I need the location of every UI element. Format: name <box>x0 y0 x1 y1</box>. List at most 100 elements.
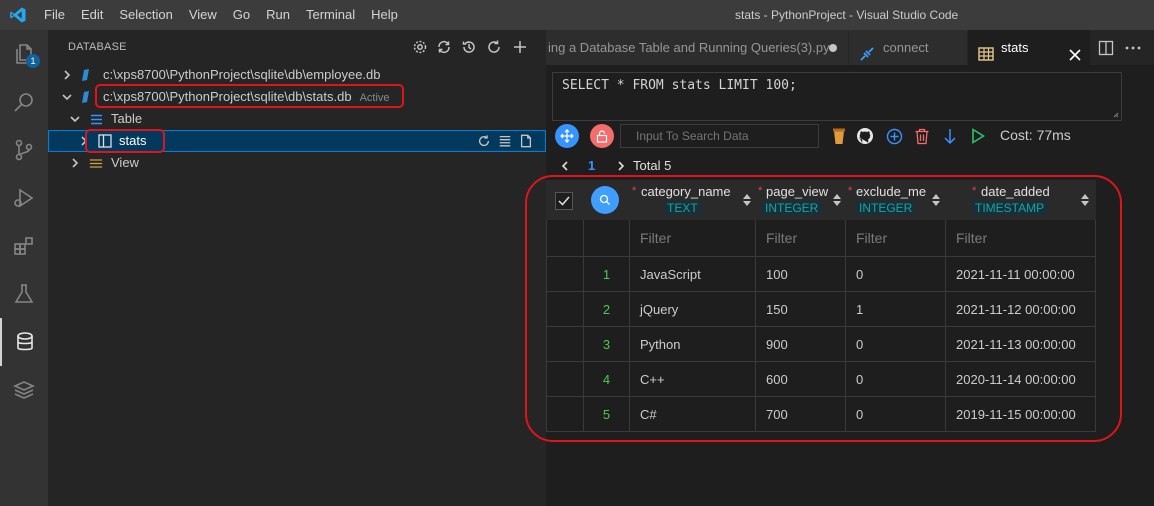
run-debug-icon[interactable] <box>0 174 48 222</box>
date-added-cell[interactable]: 2019-11-15 00:00:00 <box>946 397 1096 432</box>
prev-page-icon[interactable] <box>560 157 570 180</box>
refresh-icon[interactable] <box>485 38 503 56</box>
current-page[interactable]: 1 <box>588 157 595 175</box>
next-page-icon[interactable] <box>616 157 626 180</box>
source-control-icon[interactable] <box>0 126 48 174</box>
menu-go[interactable]: Go <box>225 0 258 30</box>
row-select-cell[interactable] <box>546 397 584 432</box>
new-query-file-icon[interactable] <box>518 133 534 149</box>
unlock-button[interactable] <box>590 124 614 148</box>
settings-gear-icon[interactable] <box>411 38 429 56</box>
date-added-cell[interactable]: 2020-11-14 00:00:00 <box>946 362 1096 397</box>
category-name-cell[interactable]: C++ <box>630 362 756 397</box>
tab-connect[interactable]: connect <box>849 30 967 65</box>
tab-python-file[interactable]: ing a Database Table and Running Queries… <box>546 30 848 65</box>
sql-query-editor[interactable]: SELECT * FROM stats LIMIT 100; <box>552 72 1122 121</box>
date-added-cell[interactable]: 2021-11-13 00:00:00 <box>946 327 1096 362</box>
category-name-cell[interactable]: C# <box>630 397 756 432</box>
filter-input-date-added[interactable]: Filter <box>946 220 1096 257</box>
view-group[interactable]: View <box>48 152 546 174</box>
editor-tab-bar: ing a Database Table and Running Queries… <box>546 30 1154 65</box>
date-added-cell-text: 2020-11-14 00:00:00 <box>956 372 1076 387</box>
date-added-cell[interactable]: 2021-11-11 00:00:00 <box>946 257 1096 292</box>
connection-employee-db[interactable]: c:\xps8700\PythonProject\sqlite\db\emplo… <box>48 64 546 86</box>
tab-stats[interactable]: stats <box>968 30 1090 65</box>
row-number-cell: 2 <box>584 292 630 327</box>
menu-file[interactable]: File <box>36 0 73 30</box>
add-connection-icon[interactable] <box>511 38 529 56</box>
table-group[interactable]: Table <box>48 108 546 130</box>
category-name-cell-text: C# <box>640 407 657 422</box>
query-result-editor: SELECT * FROM stats LIMIT 100; Cost: 77m… <box>525 65 1154 506</box>
sort-icon[interactable] <box>832 193 842 207</box>
table-item-stats[interactable]: stats <box>48 130 546 152</box>
search-icon[interactable] <box>0 78 48 126</box>
category-name-cell[interactable]: Python <box>630 327 756 362</box>
more-actions-icon[interactable] <box>1124 40 1142 56</box>
exclude-me-cell[interactable]: 1 <box>846 292 946 327</box>
design-table-icon[interactable] <box>497 133 513 149</box>
search-data-input[interactable] <box>620 124 819 148</box>
filter-input-exclude-me[interactable]: Filter <box>846 220 946 257</box>
sort-icon[interactable] <box>931 193 941 207</box>
export-download-icon[interactable] <box>940 124 960 148</box>
exclude-me-cell[interactable]: 0 <box>846 397 946 432</box>
connection-stats-db[interactable]: c:\xps8700\PythonProject\sqlite\db\stats… <box>48 86 546 108</box>
column-header-exclude-me[interactable]: * exclude_me INTEGER <box>846 180 944 220</box>
history-icon[interactable] <box>460 38 478 56</box>
menu-edit[interactable]: Edit <box>73 0 111 30</box>
column-type: INTEGER <box>856 201 916 215</box>
column-name: category_name <box>641 184 731 199</box>
menu-view[interactable]: View <box>181 0 225 30</box>
page-view-cell[interactable]: 900 <box>756 327 846 362</box>
add-row-icon[interactable] <box>884 124 904 148</box>
row-number-cell-text: 5 <box>602 407 611 422</box>
exclude-me-cell[interactable]: 0 <box>846 362 946 397</box>
filter-input-page-view[interactable]: Filter <box>756 220 846 257</box>
extensions-icon[interactable] <box>0 222 48 270</box>
sync-icon[interactable] <box>435 38 453 56</box>
column-name: date_added <box>981 184 1050 199</box>
category-name-cell[interactable]: jQuery <box>630 292 756 327</box>
page-view-cell[interactable]: 700 <box>756 397 846 432</box>
sort-icon[interactable] <box>742 193 752 207</box>
menu-help[interactable]: Help <box>363 0 406 30</box>
row-select-cell[interactable] <box>546 327 584 362</box>
database-icon[interactable] <box>0 318 48 366</box>
page-view-cell[interactable]: 600 <box>756 362 846 397</box>
column-header-category-name[interactable]: * category_name TEXT <box>630 180 754 220</box>
row-select-cell[interactable] <box>546 257 584 292</box>
testing-flask-icon[interactable] <box>0 270 48 318</box>
exclude-me-cell[interactable]: 0 <box>846 327 946 362</box>
category-name-cell[interactable]: JavaScript <box>630 257 756 292</box>
search-icon <box>599 194 610 205</box>
menu-run[interactable]: Run <box>258 0 298 30</box>
explorer-icon[interactable]: 1 <box>0 30 48 78</box>
github-icon[interactable] <box>855 124 875 148</box>
page-view-cell-text: 600 <box>766 372 788 387</box>
column-header-page-view[interactable]: * page_view INTEGER <box>756 180 844 220</box>
delete-trash-icon[interactable] <box>912 124 932 148</box>
category-name-cell-text: jQuery <box>640 302 679 317</box>
run-query-play-icon[interactable] <box>968 124 988 148</box>
nosql-layers-icon[interactable] <box>0 366 48 414</box>
menu-selection[interactable]: Selection <box>111 0 180 30</box>
move-button[interactable] <box>555 124 579 148</box>
page-view-cell[interactable]: 100 <box>756 257 846 292</box>
sort-icon[interactable] <box>1080 193 1090 207</box>
refresh-table-icon[interactable] <box>476 133 492 149</box>
menu-terminal[interactable]: Terminal <box>298 0 363 30</box>
search-toggle-button[interactable] <box>591 186 619 214</box>
page-view-cell[interactable]: 150 <box>756 292 846 327</box>
close-tab-icon[interactable] <box>1068 40 1082 61</box>
exclude-me-cell-text: 0 <box>856 407 864 422</box>
select-all-checkbox[interactable] <box>555 192 573 210</box>
date-added-cell[interactable]: 2021-11-12 00:00:00 <box>946 292 1096 327</box>
split-editor-icon[interactable] <box>1098 40 1114 56</box>
column-header-date-added[interactable]: * date_added TIMESTAMP <box>946 180 1096 220</box>
filter-input-category-name[interactable]: Filter <box>630 220 756 257</box>
exclude-me-cell[interactable]: 0 <box>846 257 946 292</box>
row-select-cell[interactable] <box>546 292 584 327</box>
row-select-cell[interactable] <box>546 362 584 397</box>
donate-cup-icon[interactable] <box>830 124 848 148</box>
